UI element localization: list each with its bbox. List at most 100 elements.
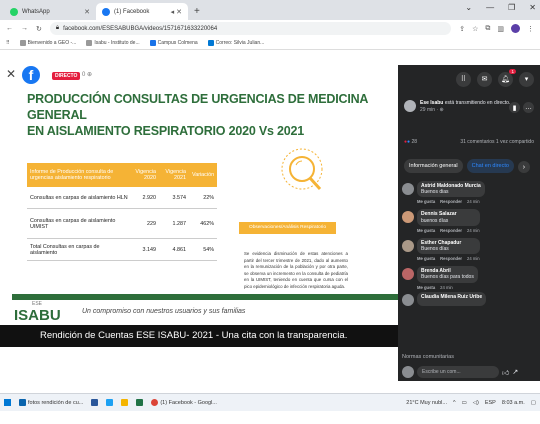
- host-text: Ese Isabu está transmitiendo en directo.…: [420, 100, 510, 113]
- comment-item-partial: Claudia Milena Ruiz Uribe: [402, 291, 536, 306]
- star-icon[interactable]: ☆: [472, 25, 478, 33]
- table-cell: Total Consultas en carpas de aislamiento: [30, 243, 100, 256]
- comment-composer: Escribe un com... 👍︎ ↗: [402, 366, 518, 378]
- like-link[interactable]: Me gusta: [417, 199, 435, 204]
- maximize-button[interactable]: ❐: [508, 3, 515, 12]
- facebook-logo-icon[interactable]: f: [22, 66, 40, 84]
- share-icon[interactable]: ↗: [512, 368, 518, 376]
- header-cell: Vigencia 2020: [135, 169, 156, 181]
- commenter-name[interactable]: Brenda Abril: [421, 268, 451, 274]
- like-icon[interactable]: 👍︎: [502, 368, 509, 377]
- tray-chevron-icon[interactable]: ^: [453, 400, 456, 406]
- table-cell: 22%: [203, 194, 214, 201]
- taskbar-app-chrome[interactable]: (1) Facebook - Googl...: [151, 399, 217, 406]
- commenter-name[interactable]: Dennis Salazar: [421, 211, 457, 217]
- like-link[interactable]: Me gusta: [417, 256, 435, 261]
- clock[interactable]: 8:03 a.m.: [502, 400, 525, 406]
- commenter-name[interactable]: Astrid Maldonado Murcia: [421, 183, 481, 189]
- table-row: Total Consultas en carpas de aislamiento…: [27, 239, 217, 261]
- url-field[interactable]: 🔒︎ facebook.com/ESESABUBGA/videos/157167…: [49, 22, 452, 35]
- video-player[interactable]: ✕ f DIRECTO 0 ⊕ PRODUCCIÓN CONSULTAS DE …: [0, 65, 402, 381]
- bookmark-icon: [19, 40, 26, 46]
- reply-link[interactable]: Responder: [440, 228, 462, 233]
- like-link[interactable]: Me gusta: [417, 285, 435, 290]
- bookmark-item[interactable]: Correo: Silvia Julian...: [207, 40, 264, 46]
- like-link[interactable]: Me gusta: [417, 228, 435, 233]
- host-name[interactable]: Ese Isabu: [420, 100, 443, 106]
- commenter-avatar[interactable]: [402, 293, 414, 306]
- browser-tab-strip: WhatsApp ✕ (1) Facebook ◂ ✕ + ⌄ — ❐ ✕: [0, 0, 540, 20]
- apps-grid-button[interactable]: ⠿: [456, 71, 471, 87]
- table-row: Consultas en carpas de aislamiento UIMIS…: [27, 209, 217, 239]
- taskbar-app[interactable]: [121, 399, 129, 406]
- comment-bubble: Claudia Milena Ruiz Uribe: [417, 291, 487, 306]
- account-menu-button[interactable]: ▾: [519, 71, 534, 87]
- lock-icon: 🔒︎: [55, 25, 60, 31]
- engagement-stats[interactable]: 31 comentarios 1 vez compartido: [460, 139, 534, 145]
- commenter-name[interactable]: Claudia Milena Ruiz Uribe: [421, 294, 482, 300]
- share-icon[interactable]: ⇪: [459, 25, 465, 33]
- close-video-icon[interactable]: ✕: [6, 67, 16, 81]
- bookmark-item[interactable]: Bienvenido a GEO -...: [19, 40, 76, 46]
- close-window-button[interactable]: ✕: [529, 3, 536, 12]
- table-cell: 1.287: [172, 220, 187, 227]
- table-cell: 54%: [203, 246, 214, 253]
- host-avatar[interactable]: [404, 100, 416, 112]
- messenger-button[interactable]: ✉: [477, 71, 492, 87]
- tab-general-info[interactable]: Información general: [404, 159, 463, 173]
- bookmark-icon: [86, 40, 93, 46]
- tab-live-chat[interactable]: Chat en directo: [466, 159, 514, 173]
- user-avatar: [402, 366, 414, 378]
- taskbar-app[interactable]: [91, 399, 99, 406]
- save-icon[interactable]: ▮: [509, 102, 520, 113]
- profile-avatar[interactable]: [511, 24, 520, 33]
- reply-link[interactable]: Responder: [440, 199, 462, 204]
- new-tab-button[interactable]: +: [188, 6, 206, 20]
- host-action: está transmitiendo en directo.: [443, 100, 511, 106]
- commenter-avatar[interactable]: [402, 268, 414, 281]
- bookmark-item[interactable]: Isabu - Instituto de...: [86, 40, 140, 46]
- minimize-button[interactable]: —: [486, 3, 494, 12]
- community-standards-link[interactable]: Normas comunitarias: [402, 354, 454, 360]
- table-cell: 3.574: [172, 194, 187, 201]
- apps-icon[interactable]: ⠿: [6, 40, 10, 46]
- network-icon[interactable]: ▭: [462, 400, 467, 406]
- reaction-count[interactable]: ●● 28: [404, 139, 417, 145]
- speaker-close-icon[interactable]: ◂ ✕: [171, 8, 182, 16]
- reload-button[interactable]: ↻: [36, 25, 42, 33]
- folder-icon: [121, 399, 129, 406]
- bookmark-label: Campus Colmena: [157, 40, 198, 46]
- chevron-right-icon[interactable]: ›: [517, 161, 530, 173]
- commenter-avatar[interactable]: [402, 211, 414, 224]
- comment-input[interactable]: Escribe un com...: [417, 366, 499, 378]
- tab-whatsapp[interactable]: WhatsApp ✕: [4, 3, 96, 20]
- commenter-name[interactable]: Esther Chapadur: [421, 240, 461, 246]
- video-caption: Rendición de Cuentas ESE ISABU- 2021 - U…: [0, 325, 398, 347]
- forward-button[interactable]: →: [21, 25, 28, 32]
- extensions-icon[interactable]: ⧉: [485, 25, 490, 33]
- bookmark-item[interactable]: Campus Colmena: [149, 40, 198, 46]
- weather-widget[interactable]: 21°C Muy nubl...: [406, 400, 447, 406]
- volume-icon[interactable]: ◁): [473, 400, 479, 406]
- notifications-icon[interactable]: ▢: [531, 400, 536, 406]
- comment-list: Astrid Maldonado Murcia Buenos dias Me gu…: [402, 181, 536, 311]
- taskbar-app-photos[interactable]: fotos rendición de cu...: [19, 399, 83, 406]
- host-actions: ▮ …: [509, 102, 534, 113]
- address-bar-row: ← → ↻ 🔒︎ facebook.com/ESESABUBGA/videos/…: [0, 20, 540, 37]
- back-button[interactable]: ←: [6, 25, 13, 32]
- reply-link[interactable]: Responder: [440, 256, 462, 261]
- windows-start-icon[interactable]: [4, 399, 11, 406]
- menu-icon[interactable]: ⋮: [527, 25, 534, 33]
- notifications-button[interactable]: 🔔︎ 1: [498, 68, 516, 87]
- more-icon[interactable]: …: [523, 102, 534, 113]
- sidebar-icon[interactable]: ▥: [497, 25, 504, 33]
- commenter-avatar[interactable]: [402, 183, 414, 195]
- close-tab-icon[interactable]: ✕: [84, 8, 90, 16]
- language-indicator[interactable]: ESP: [485, 400, 496, 406]
- notification-badge: 1: [509, 68, 516, 74]
- taskbar-app[interactable]: [106, 399, 114, 406]
- commenter-avatar[interactable]: [402, 239, 414, 252]
- taskbar-app[interactable]: [136, 399, 144, 406]
- tab-search-icon[interactable]: ⌄: [465, 3, 472, 12]
- tab-facebook[interactable]: (1) Facebook ◂ ✕: [96, 3, 188, 20]
